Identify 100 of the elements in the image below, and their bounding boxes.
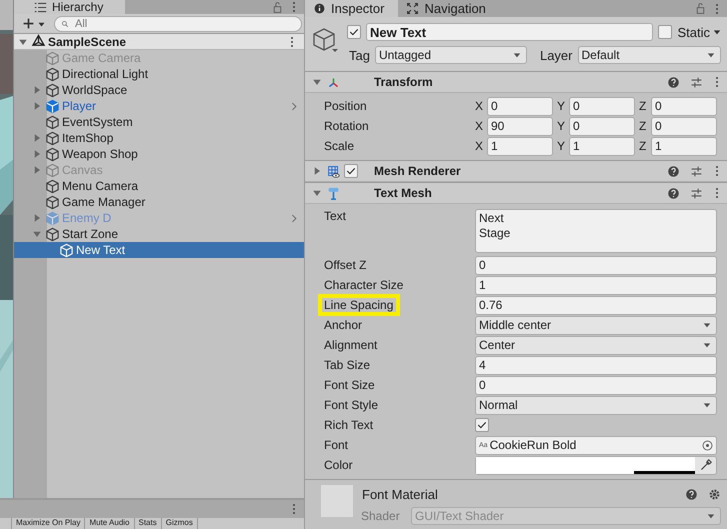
field-label: Tab Size: [323, 358, 372, 372]
prefab-cube-icon: [45, 210, 60, 226]
number-field[interactable]: 0.76: [475, 296, 717, 314]
caret-icon: [703, 341, 711, 349]
hierarchy-item[interactable]: Player: [14, 98, 304, 114]
caret-icon: [707, 51, 715, 59]
target-icon[interactable]: [701, 438, 714, 452]
cube-icon: [59, 242, 74, 258]
hierarchy-item[interactable]: Directional Light: [14, 66, 304, 82]
toolbar-toggle[interactable]: Mute Audio: [85, 518, 134, 529]
checkbox[interactable]: [475, 418, 489, 432]
axis-label: Y: [557, 119, 566, 133]
number-field[interactable]: 0: [569, 116, 635, 136]
check-icon: [476, 419, 488, 431]
navigation-icon: [406, 2, 420, 15]
text-icon: [327, 186, 340, 200]
field-label: Font Size: [323, 378, 376, 392]
hierarchy-item[interactable]: EventSystem: [14, 114, 304, 130]
checkbox[interactable]: [347, 25, 361, 39]
caret-icon: [703, 321, 711, 329]
plus-icon: [22, 17, 35, 30]
checkbox[interactable]: [344, 164, 358, 178]
settings-icon[interactable]: [708, 488, 721, 500]
layer-label: Layer: [538, 48, 572, 62]
search-icon: [61, 20, 70, 28]
cube-icon: [45, 162, 60, 178]
hierarchy-item[interactable]: WorldSpace: [14, 82, 304, 98]
caret-icon: [713, 28, 721, 36]
number-field[interactable]: 0: [475, 256, 717, 274]
hierarchy-item[interactable]: Menu Camera: [14, 178, 304, 194]
color-swatch[interactable]: [476, 456, 695, 474]
field-label: Text: [323, 209, 348, 223]
axis-label: X: [475, 99, 484, 113]
cube-icon: [45, 226, 60, 242]
field-label: Rich Text: [323, 418, 374, 432]
hierarchy-item[interactable]: Game Manager: [14, 194, 304, 210]
scene-row[interactable]: SampleScene: [14, 34, 304, 50]
text-area[interactable]: Next Stage: [475, 209, 717, 253]
component-header[interactable]: Transform: [305, 72, 727, 93]
field-label: Color: [323, 458, 354, 472]
axes-icon: [327, 76, 340, 88]
dropdown[interactable]: Normal: [475, 396, 717, 414]
check-icon: [345, 165, 357, 177]
hierarchy-item[interactable]: Start Zone: [14, 226, 304, 242]
checkbox[interactable]: [658, 25, 672, 39]
number-field[interactable]: 1: [651, 136, 717, 156]
field-label: Alignment: [323, 338, 378, 352]
search-field[interactable]: All: [54, 16, 302, 32]
toolbar-toggle[interactable]: Gizmos: [162, 518, 198, 529]
tab[interactable]: Inspector: [305, 0, 398, 17]
number-field[interactable]: 1: [475, 276, 717, 294]
static-dropdown[interactable]: Static: [677, 24, 721, 40]
help-icon[interactable]: [667, 186, 680, 200]
tag-dropdown[interactable]: Untagged: [374, 46, 527, 64]
axis-label: X: [475, 119, 484, 133]
material-title: Font Material: [362, 486, 438, 502]
sliders-icon[interactable]: [690, 164, 703, 178]
number-field[interactable]: 4: [475, 356, 717, 374]
number-field[interactable]: 0: [475, 376, 717, 394]
hierarchy-item[interactable]: Weapon Shop: [14, 146, 304, 162]
number-field[interactable]: 0: [651, 96, 717, 116]
help-icon[interactable]: [667, 76, 680, 88]
number-field[interactable]: 90: [487, 116, 553, 136]
cube-icon: [45, 194, 60, 210]
help-icon[interactable]: [685, 488, 698, 500]
cube-icon: [45, 114, 60, 130]
panel-tab[interactable]: Hierarchy: [14, 0, 126, 14]
list-icon: [34, 0, 47, 14]
sliders-icon[interactable]: [690, 76, 703, 88]
field-label: Scale: [324, 139, 356, 153]
axis-label: X: [475, 139, 484, 153]
layer-dropdown[interactable]: Default: [578, 46, 721, 64]
component-header[interactable]: Text Mesh: [305, 183, 727, 204]
axis-label: Z: [639, 139, 648, 153]
number-field[interactable]: 1: [569, 136, 635, 156]
help-icon[interactable]: [667, 164, 680, 178]
lock-icon[interactable]: [694, 2, 707, 15]
hierarchy-item[interactable]: New Text: [14, 242, 304, 258]
cube-icon[interactable]: [312, 27, 339, 54]
number-field[interactable]: 0: [487, 96, 553, 116]
number-field[interactable]: 1: [487, 136, 553, 156]
field-label: Font: [323, 438, 350, 452]
lock-icon[interactable]: [271, 0, 284, 14]
component-header[interactable]: Mesh Renderer: [305, 161, 727, 182]
hierarchy-item[interactable]: ItemShop: [14, 130, 304, 146]
sliders-icon[interactable]: [690, 186, 703, 200]
tag-label: Tag: [348, 48, 370, 62]
dropdown[interactable]: Center: [475, 336, 717, 354]
tab[interactable]: Navigation: [398, 0, 500, 17]
number-field[interactable]: 0: [651, 116, 717, 136]
prefab-cube-icon: [45, 98, 60, 114]
number-field[interactable]: 0: [569, 96, 635, 116]
toolbar-toggle[interactable]: Maximize On Play: [12, 518, 86, 529]
axis-label: Z: [639, 99, 648, 113]
dropdown[interactable]: Middle center: [475, 316, 717, 334]
field-label: Character Size: [323, 278, 404, 292]
eyedropper-icon[interactable]: [699, 458, 712, 472]
toolbar-toggle[interactable]: Stats: [134, 518, 162, 529]
scene-name: SampleScene: [48, 34, 126, 48]
name-field[interactable]: New Text: [366, 23, 654, 41]
